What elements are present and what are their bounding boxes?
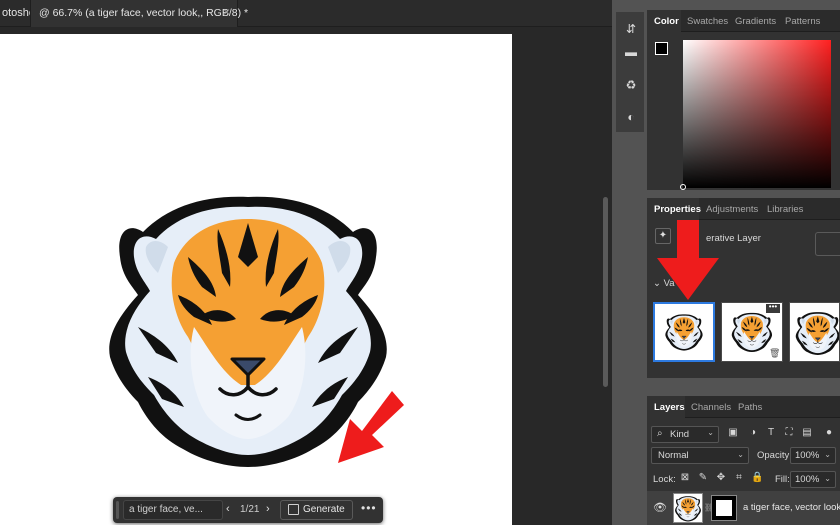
more-options-button[interactable]: ••• <box>361 501 377 515</box>
fill-value: 100% <box>795 474 820 485</box>
canvas-area[interactable]: a tiger face, ve... ‹ 1/21 › Generate ••… <box>0 27 612 525</box>
layers-panel-tabs: Layers Channels Paths <box>647 396 840 418</box>
annotation-arrow-generate <box>338 391 404 463</box>
chevron-down-icon: ⌄ <box>707 428 714 437</box>
generate-button[interactable]: Generate <box>280 500 353 520</box>
properties-panel: Properties Adjustments Libraries ✦ erati… <box>647 198 840 378</box>
visibility-eye-icon[interactable]: 👁 <box>653 501 667 514</box>
opacity-label: Opacity: <box>757 450 792 461</box>
variation-thumbnail-2[interactable]: ••• 🗑 <box>721 302 783 362</box>
tab-patterns[interactable]: Patterns <box>785 16 820 27</box>
adjustments-icon[interactable]: ♻ <box>624 78 638 92</box>
generate-icon <box>288 504 299 515</box>
tiger-thumbnail-image <box>795 311 839 356</box>
layer-filter-select[interactable]: ⌕ Kind ⌄ <box>651 426 719 443</box>
properties-action-button[interactable] <box>815 232 840 256</box>
filter-adjustment-icon[interactable]: ◑ <box>747 427 759 439</box>
lock-position-icon[interactable]: ✥ <box>715 472 727 484</box>
comments-icon[interactable]: ▬ <box>624 45 638 59</box>
thumbnail-more-button[interactable]: ••• <box>766 303 780 313</box>
variation-counter: 1/21 <box>240 504 260 515</box>
layers-panel: Layers Channels Paths ⌕ Kind ⌄ ▣ ◑ T ⛶ ▤… <box>647 396 840 525</box>
tab-swatches[interactable]: Swatches <box>687 16 728 27</box>
contextual-task-bar: a tiger face, ve... ‹ 1/21 › Generate ••… <box>113 497 383 523</box>
lock-label: Lock: <box>653 474 676 485</box>
vertical-scrollbar[interactable] <box>603 197 608 387</box>
lock-artboard-icon[interactable]: ⌗ <box>733 472 745 484</box>
filter-type-icon[interactable]: T <box>765 427 777 439</box>
layer-name[interactable]: a tiger face, vector look, <box>743 502 840 513</box>
color-panel: Color Swatches Gradients Patterns <box>647 10 840 190</box>
tab-layers[interactable]: Layers <box>654 402 685 413</box>
opacity-field[interactable]: 100% ⌄ <box>790 447 836 464</box>
variation-thumbnail-3[interactable] <box>789 302 840 362</box>
brush-settings-icon[interactable]: ◐ <box>624 110 638 124</box>
document-canvas[interactable] <box>0 34 512 525</box>
tab-channels[interactable]: Channels <box>691 402 731 413</box>
color-picker-field[interactable] <box>683 40 831 188</box>
chevron-down-icon: ⌄ <box>737 450 744 459</box>
generate-label: Generate <box>303 504 345 515</box>
layer-row[interactable]: 👁 ⛓ a tiger face, vector look, <box>647 491 840 525</box>
trash-icon[interactable]: 🗑 <box>769 348 780 359</box>
color-panel-tabs: Color Swatches Gradients Patterns <box>647 10 840 32</box>
prompt-input[interactable]: a tiger face, ve... <box>123 500 223 520</box>
variation-thumbnail-1[interactable] <box>653 302 715 362</box>
annotation-arrow-variation <box>657 220 719 300</box>
history-icon[interactable]: ⇵ <box>624 22 638 36</box>
chevron-down-icon: ⌄ <box>824 474 831 483</box>
next-variation-button[interactable]: › <box>266 503 270 515</box>
filter-toggle-icon[interactable]: ● <box>823 427 835 439</box>
filter-pixel-icon[interactable]: ▣ <box>727 427 739 439</box>
previous-variation-button[interactable]: ‹ <box>226 503 230 515</box>
tab-paths[interactable]: Paths <box>738 402 762 413</box>
document-tab-title: @ 66.7% (a tiger face, vector look,, RGB… <box>39 7 249 19</box>
document-tab-bar: otoshop @ 66.7% (a tiger face, vector lo… <box>0 0 612 27</box>
tiger-thumbnail-image <box>674 496 702 522</box>
color-picker-handle[interactable] <box>680 184 686 190</box>
dock-icon-strip: ⇵ ▬ ♻ ◐ <box>616 12 644 132</box>
chevron-down-icon: ⌄ <box>824 450 831 459</box>
search-icon: ⌕ <box>657 428 663 439</box>
document-tab[interactable]: @ 66.7% (a tiger face, vector look,, RGB… <box>30 0 248 27</box>
layer-filter-value: Kind <box>670 429 690 440</box>
close-tab-icon[interactable]: × <box>223 5 230 19</box>
tab-gradients[interactable]: Gradients <box>735 16 776 27</box>
filter-shape-icon[interactable]: ⛶ <box>783 427 795 439</box>
lock-pixels-icon[interactable]: ✎ <box>697 472 709 484</box>
foreground-color-swatch[interactable] <box>655 42 668 55</box>
fill-label: Fill: <box>775 474 790 485</box>
tab-adjustments[interactable]: Adjustments <box>706 204 758 215</box>
opacity-value: 100% <box>795 450 820 461</box>
fill-field[interactable]: 100% ⌄ <box>790 471 836 488</box>
tiger-thumbnail-image <box>665 314 703 351</box>
blend-mode-value: Normal <box>658 450 689 461</box>
lock-transparency-icon[interactable]: ⊠ <box>679 472 691 484</box>
tab-properties[interactable]: Properties <box>654 204 701 215</box>
panel-dock: ⇵ ▬ ♻ ◐ <box>612 0 647 525</box>
tab-libraries[interactable]: Libraries <box>767 204 803 215</box>
filter-smart-object-icon[interactable]: ▤ <box>801 427 813 439</box>
layer-mask-thumbnail[interactable] <box>711 495 737 521</box>
blend-mode-select[interactable]: Normal ⌄ <box>651 447 749 464</box>
tab-color[interactable]: Color <box>654 16 679 27</box>
layer-thumbnail <box>673 493 703 523</box>
lock-all-icon[interactable]: 🔒 <box>751 472 763 484</box>
drag-handle[interactable] <box>116 501 119 519</box>
properties-panel-tabs: Properties Adjustments Libraries <box>647 198 840 220</box>
